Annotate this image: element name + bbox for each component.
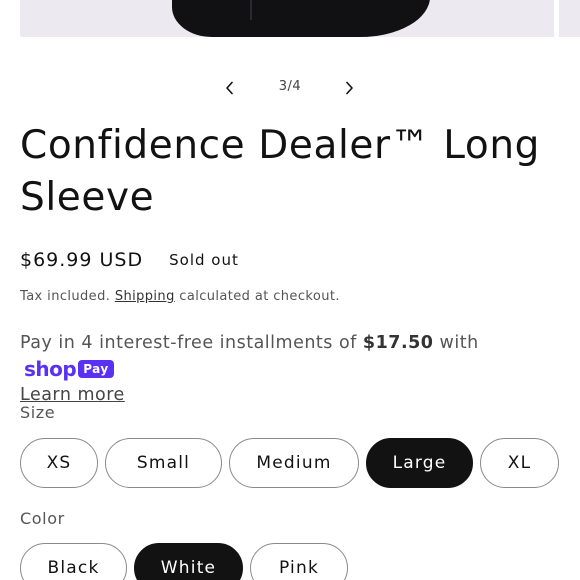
shop-pay-wordmark: shop [24, 357, 77, 381]
shipping-link[interactable]: Shipping [115, 289, 175, 304]
learn-more-link[interactable]: Learn more [20, 385, 125, 405]
tax-suffix: calculated at checkout. [179, 289, 340, 304]
model-figure [172, 0, 430, 37]
slide-counter: 3/4 [278, 79, 302, 94]
pay-badge: Pay [78, 360, 114, 378]
previous-slide-button[interactable] [214, 72, 246, 104]
size-option-large[interactable]: Large [366, 438, 473, 488]
color-option-black[interactable]: Black [20, 543, 127, 580]
size-options: XS Small Medium Large XL [20, 438, 559, 488]
sold-out-badge: Sold out [169, 251, 239, 269]
color-options: Black White Pink [20, 543, 348, 580]
color-option-pink[interactable]: Pink [250, 543, 348, 580]
next-slide-button[interactable] [333, 72, 365, 104]
installments-suffix: with [439, 333, 479, 353]
size-option-medium[interactable]: Medium [229, 438, 359, 488]
shop-pay-installments: Pay in 4 interest-free installments of $… [20, 330, 565, 408]
size-option-xs[interactable]: XS [20, 438, 98, 488]
chevron-right-icon [346, 81, 353, 95]
price-row: $69.99 USD Sold out [20, 246, 239, 274]
product-gallery [0, 0, 580, 37]
installment-amount: $17.50 [362, 333, 434, 353]
shirt-fold [250, 0, 252, 20]
color-label: Color [20, 509, 65, 528]
shop-pay-logo: shop Pay [24, 356, 114, 382]
next-image-preview[interactable] [559, 0, 580, 37]
product-title: Confidence Dealer™ Long Sleeve [20, 123, 541, 220]
size-label: Size [20, 403, 56, 422]
tax-note: Tax included. Shipping calculated at che… [20, 289, 340, 304]
tax-prefix: Tax included. [20, 289, 111, 304]
gallery-pager: 3/4 [0, 72, 580, 104]
product-image[interactable] [20, 0, 554, 37]
chevron-left-icon [226, 81, 233, 95]
product-price: $69.99 USD [20, 249, 144, 271]
size-option-xl[interactable]: XL [480, 438, 559, 488]
size-option-small[interactable]: Small [105, 438, 222, 488]
installments-prefix: Pay in 4 interest-free installments of [20, 333, 357, 353]
color-option-white[interactable]: White [134, 543, 243, 580]
